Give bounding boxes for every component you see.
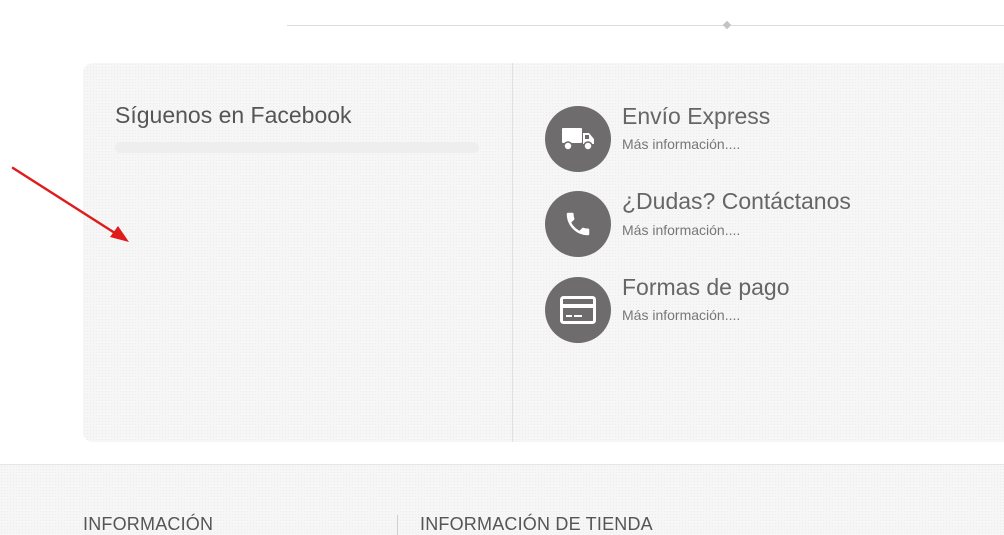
feature-title-shipping[interactable]: Envío Express xyxy=(622,103,770,130)
facebook-section-title: Síguenos en Facebook xyxy=(115,102,352,128)
divider-ornament xyxy=(722,20,732,30)
footer-heading-info: INFORMACIÓN xyxy=(83,514,214,534)
top-divider xyxy=(287,25,1004,26)
footer-heading-store: INFORMACIÓN DE TIENDA xyxy=(420,514,653,534)
facebook-widget-placeholder xyxy=(115,142,479,153)
feature-title-payment[interactable]: Formas de pago xyxy=(622,274,789,301)
truck-icon[interactable] xyxy=(545,106,611,172)
page: Síguenos en Facebook Envío Express Más i… xyxy=(0,0,1004,535)
feature-link-payment[interactable]: Más información.... xyxy=(622,307,740,323)
panel-divider xyxy=(512,63,513,442)
phone-icon[interactable] xyxy=(545,191,611,257)
feature-link-contact[interactable]: Más información.... xyxy=(622,222,740,238)
credit-card-icon[interactable] xyxy=(545,277,611,343)
feature-title-contact[interactable]: ¿Dudas? Contáctanos xyxy=(622,188,851,215)
feature-link-shipping[interactable]: Más información.... xyxy=(622,136,740,152)
annotation-arrow-icon xyxy=(11,166,129,242)
footer-separator xyxy=(397,515,398,535)
